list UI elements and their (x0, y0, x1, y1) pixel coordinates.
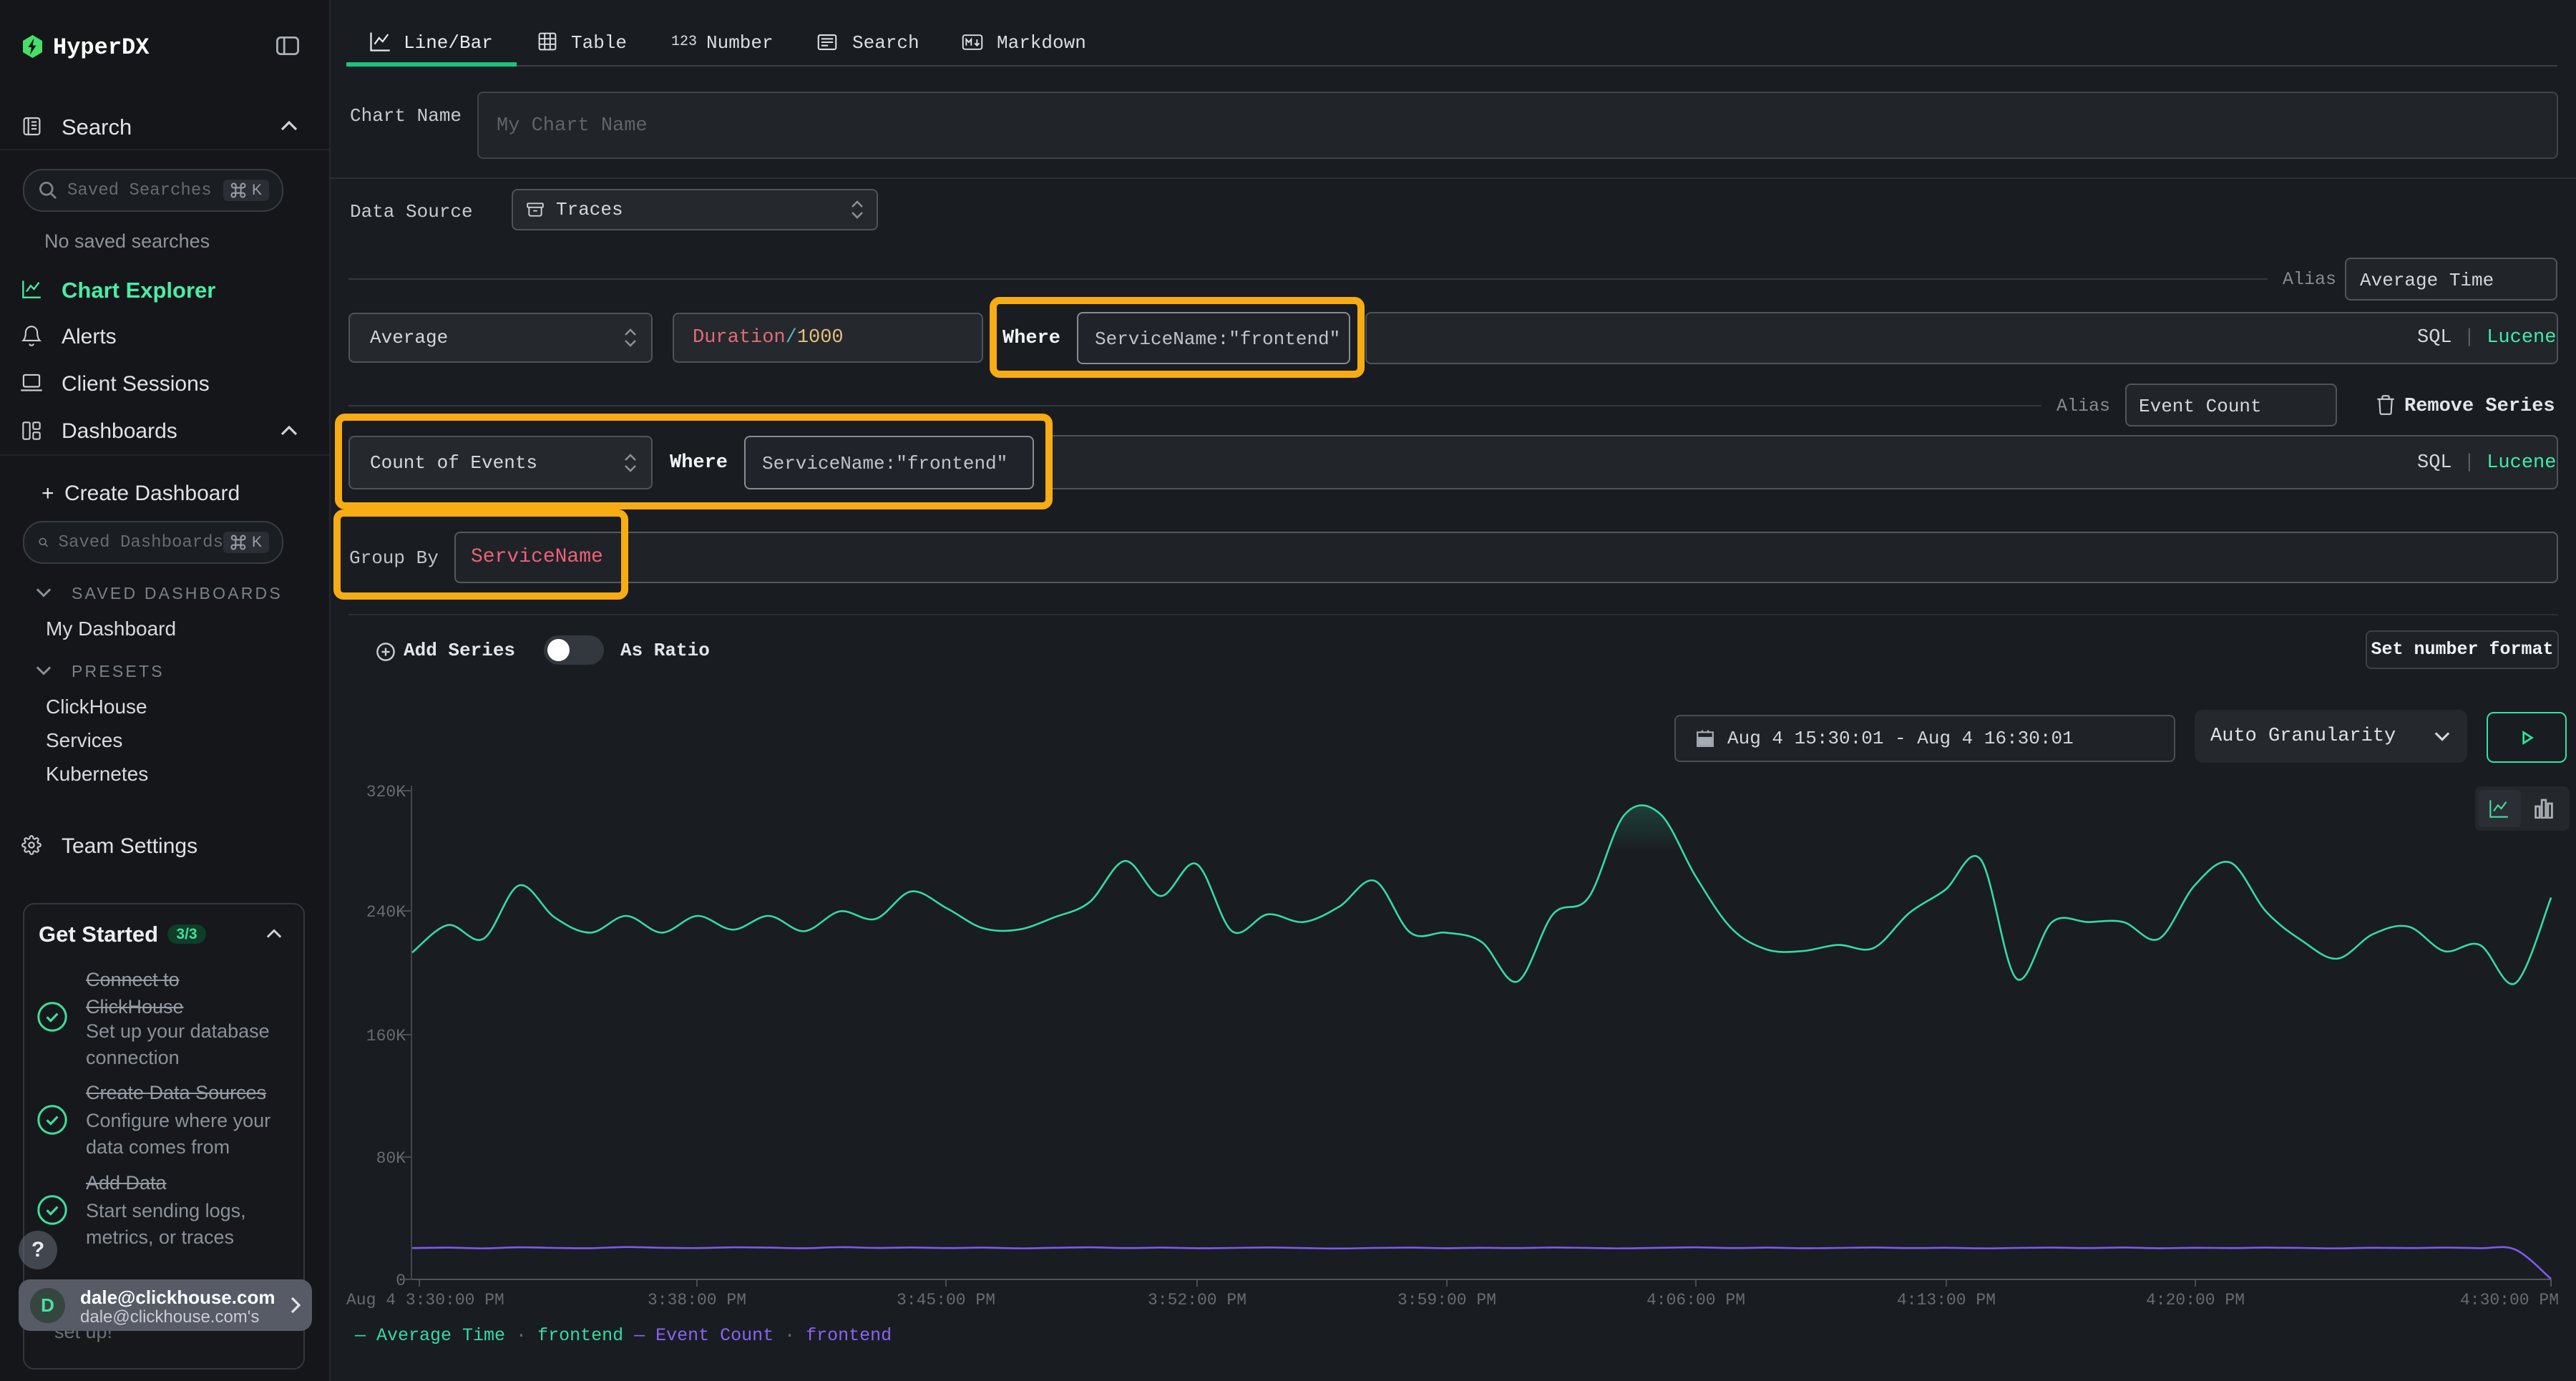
svg-text:80K: 80K (376, 1149, 406, 1168)
svg-text:4:30:00 PM: 4:30:00 PM (2460, 1291, 2559, 1309)
svg-text:— Average Time · frontend — Ev: — Average Time · frontend — Event Count … (354, 1325, 892, 1346)
svg-text:3:38:00 PM: 3:38:00 PM (648, 1291, 746, 1309)
svg-text:3:45:00 PM: 3:45:00 PM (897, 1291, 995, 1309)
svg-text:0: 0 (396, 1272, 406, 1290)
svg-text:320K: 320K (366, 783, 406, 801)
svg-text:240K: 240K (366, 903, 406, 922)
svg-text:3:52:00 PM: 3:52:00 PM (1148, 1291, 1246, 1309)
svg-text:Aug 4 3:30:00 PM: Aug 4 3:30:00 PM (346, 1291, 504, 1309)
svg-text:4:06:00 PM: 4:06:00 PM (1646, 1291, 1745, 1309)
svg-text:160K: 160K (366, 1027, 406, 1045)
svg-text:3:59:00 PM: 3:59:00 PM (1397, 1291, 1496, 1309)
svg-text:4:13:00 PM: 4:13:00 PM (1897, 1291, 1996, 1309)
svg-text:4:20:00 PM: 4:20:00 PM (2146, 1291, 2245, 1309)
